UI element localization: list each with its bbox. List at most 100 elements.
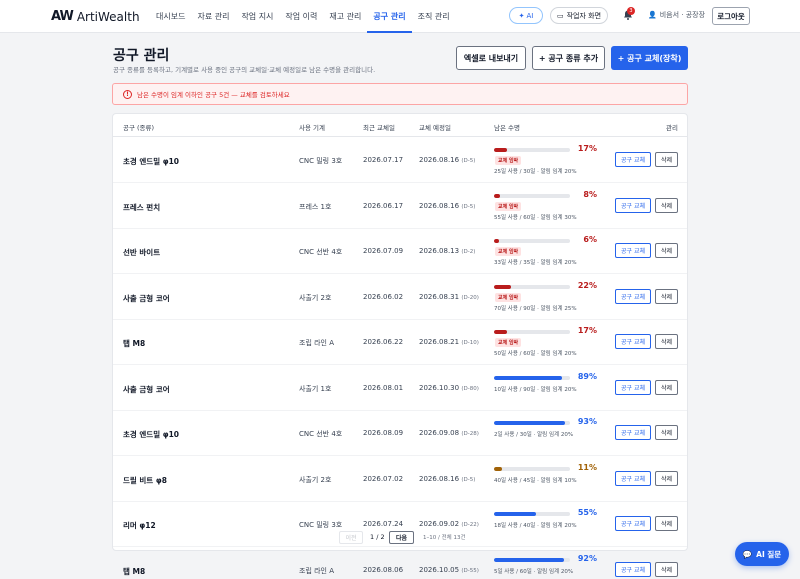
prev-page-button[interactable]: 이전 — [339, 531, 363, 544]
header-remaining-life: 남은 수명 — [494, 124, 520, 132]
replace-soon-badge: 교체 임박 — [495, 338, 522, 347]
ai-question-button[interactable]: 💬 AI 질문 — [735, 542, 789, 566]
replace-soon-badge: 교체 임박 — [495, 201, 522, 211]
logout-button[interactable]: 로그아웃 — [712, 7, 750, 25]
next-date-value: 2026.08.16 — [419, 156, 460, 164]
replace-tool-button[interactable]: + 공구 교체(장착) — [611, 46, 688, 70]
d-day: (D-28) — [461, 431, 479, 437]
life-progress-bar — [494, 148, 570, 152]
replace-soon-badge: 교체 임박 — [495, 292, 522, 302]
life-percent: 55% — [577, 508, 597, 517]
row-replace-button[interactable]: 공구 교체 — [615, 288, 651, 304]
nav-item[interactable]: 조직 관리 — [412, 0, 456, 33]
life-progress-fill — [494, 239, 499, 243]
machine-name: CNC 밀링 3호 — [299, 157, 343, 165]
app-logo[interactable]: AW ArtiWealth — [51, 9, 140, 24]
usage-info: 40일 사용 / 45일 · 알림 임계 10% — [494, 477, 577, 484]
d-day: (D-2) — [461, 249, 476, 255]
chat-icon: 💬 — [742, 549, 753, 559]
last-replaced-date: 2026.06.02 — [363, 292, 404, 301]
life-progress-bar — [494, 557, 570, 562]
life-percent: 6% — [583, 235, 597, 244]
row-replace-button[interactable]: 공구 교체 — [615, 470, 651, 486]
header-next-replace: 교체 예정일 — [419, 124, 451, 132]
next-page-button[interactable]: 다음 — [389, 531, 414, 544]
nav-item[interactable]: 작업 이력 — [279, 0, 323, 33]
row-replace-button[interactable]: 공구 교체 — [615, 334, 651, 349]
worker-screen-button[interactable]: ▭ 작업자 화면 — [550, 7, 608, 24]
row-replace-button[interactable]: 공구 교체 — [615, 152, 651, 167]
page-indicator: 1 / 2 — [370, 533, 385, 541]
row-replace-button[interactable]: 공구 교체 — [615, 197, 651, 213]
row-replace-button[interactable]: 공구 교체 — [615, 561, 651, 577]
life-percent: 92% — [577, 553, 597, 563]
last-replaced-date: 2026.08.09 — [363, 429, 404, 437]
d-day: (D-5) — [461, 158, 476, 164]
machine-name: 프레스 1호 — [299, 202, 332, 211]
life-progress-fill — [494, 330, 507, 334]
low-life-alert: ! 남은 수명이 임계 이하인 공구 5건 — 교체를 검토하세요 — [112, 83, 688, 105]
life-progress-fill — [494, 375, 562, 380]
tool-name: 프레스 펀치 — [123, 202, 161, 212]
life-progress-fill — [494, 512, 536, 516]
life-progress-fill — [494, 557, 564, 562]
life-percent: 17% — [577, 144, 597, 153]
replace-soon-badge: 교체 임박 — [495, 156, 522, 165]
nav-item[interactable]: 공구 관리 — [367, 0, 412, 33]
d-day: (D-10) — [461, 340, 479, 346]
row-delete-button[interactable]: 삭제 — [655, 197, 678, 213]
life-progress-fill — [494, 148, 507, 152]
top-navigation-bar: AW ArtiWealth 대시보드 자료 관리 작업 지시 작업 이력 재고 관리 공구… — [0, 0, 800, 33]
nav-item[interactable]: 작업 지시 — [235, 0, 279, 33]
export-excel-button[interactable]: 엑셀로 내보내기 — [456, 46, 526, 70]
row-replace-button[interactable]: 공구 교체 — [615, 379, 651, 395]
user-info[interactable]: 👤 비음서 · 공장장 — [648, 10, 705, 20]
life-progress-bar — [494, 375, 570, 380]
row-delete-button[interactable]: 삭제 — [655, 561, 678, 577]
life-progress-fill — [494, 466, 503, 471]
usage-info: 50일 사용 / 60일 · 알림 임계 20% — [494, 351, 577, 357]
sparkle-icon: ✦ — [518, 11, 525, 20]
last-replaced-date: 2026.07.09 — [363, 247, 404, 255]
life-percent: 22% — [577, 280, 597, 290]
tool-name: 초경 엔드밀 φ10 — [123, 430, 180, 439]
next-replace-date: 2026.08.16 (D-5) — [419, 202, 475, 210]
row-delete-button[interactable]: 삭제 — [655, 470, 678, 486]
row-delete-button[interactable]: 삭제 — [655, 379, 678, 395]
alert-text: 남은 수명이 임계 이하인 공구 5건 — 교체를 검토하세요 — [137, 91, 290, 99]
table-row: 탭 M8 조립 라인 A 2026.06.22 2026.08.21 (D-10) 17… — [113, 320, 687, 365]
next-replace-date: 2026.08.16 (D-5) — [419, 156, 475, 164]
table-header: 공구 (종류) 사용 기계 최근 교체일 교체 예정일 남은 수명 관리 — [113, 114, 687, 137]
usage-info: 10일 사용 / 90일 · 알림 임계 20% — [494, 386, 577, 393]
next-replace-date: 2026.08.16 (D-5) — [419, 475, 475, 483]
ai-button[interactable]: ✦ AI — [509, 7, 543, 24]
table-row: 프레스 펀치 프레스 1호 2026.06.17 2026.08.16 (D-5) 8%… — [113, 184, 687, 229]
next-date-value: 2026.08.21 — [419, 338, 460, 346]
tool-name: 드릴 비트 φ8 — [123, 475, 167, 485]
header-manage: 관리 — [666, 124, 678, 132]
main-nav: 대시보드 자료 관리 작업 지시 작업 이력 재고 관리 공구 관리 조직 관리 — [150, 0, 456, 33]
row-delete-button[interactable]: 삭제 — [655, 334, 678, 349]
machine-name: 조립 라인 A — [299, 566, 334, 575]
row-delete-button[interactable]: 삭제 — [655, 425, 678, 440]
user-label: 비음서 · 공장장 — [659, 11, 706, 19]
row-replace-button[interactable]: 공구 교체 — [615, 243, 651, 258]
usage-info: 2일 사용 / 30일 · 알림 임계 20% — [494, 432, 574, 438]
nav-item[interactable]: 재고 관리 — [323, 0, 367, 33]
d-day: (D-20) — [461, 294, 479, 301]
table-row: 탭 M8 조립 라인 A 2026.08.06 2026.10.05 (D-55) 92… — [113, 548, 687, 579]
row-delete-button[interactable]: 삭제 — [655, 288, 678, 304]
add-tool-type-button[interactable]: + 공구 종류 추가 — [532, 46, 605, 70]
row-delete-button[interactable]: 삭제 — [655, 243, 678, 258]
page-title: 공구 관리 — [113, 48, 170, 64]
machine-name: CNC 선반 4호 — [299, 430, 343, 438]
life-progress-bar — [494, 330, 570, 334]
nav-item[interactable]: 대시보드 — [150, 0, 191, 33]
life-progress-fill — [494, 421, 565, 425]
row-replace-button[interactable]: 공구 교체 — [615, 425, 651, 440]
row-delete-button[interactable]: 삭제 — [655, 152, 678, 167]
nav-item[interactable]: 자료 관리 — [191, 0, 235, 33]
machine-name: 조립 라인 A — [299, 339, 334, 347]
header-machine: 사용 기계 — [299, 124, 325, 132]
life-percent: 93% — [577, 417, 597, 426]
